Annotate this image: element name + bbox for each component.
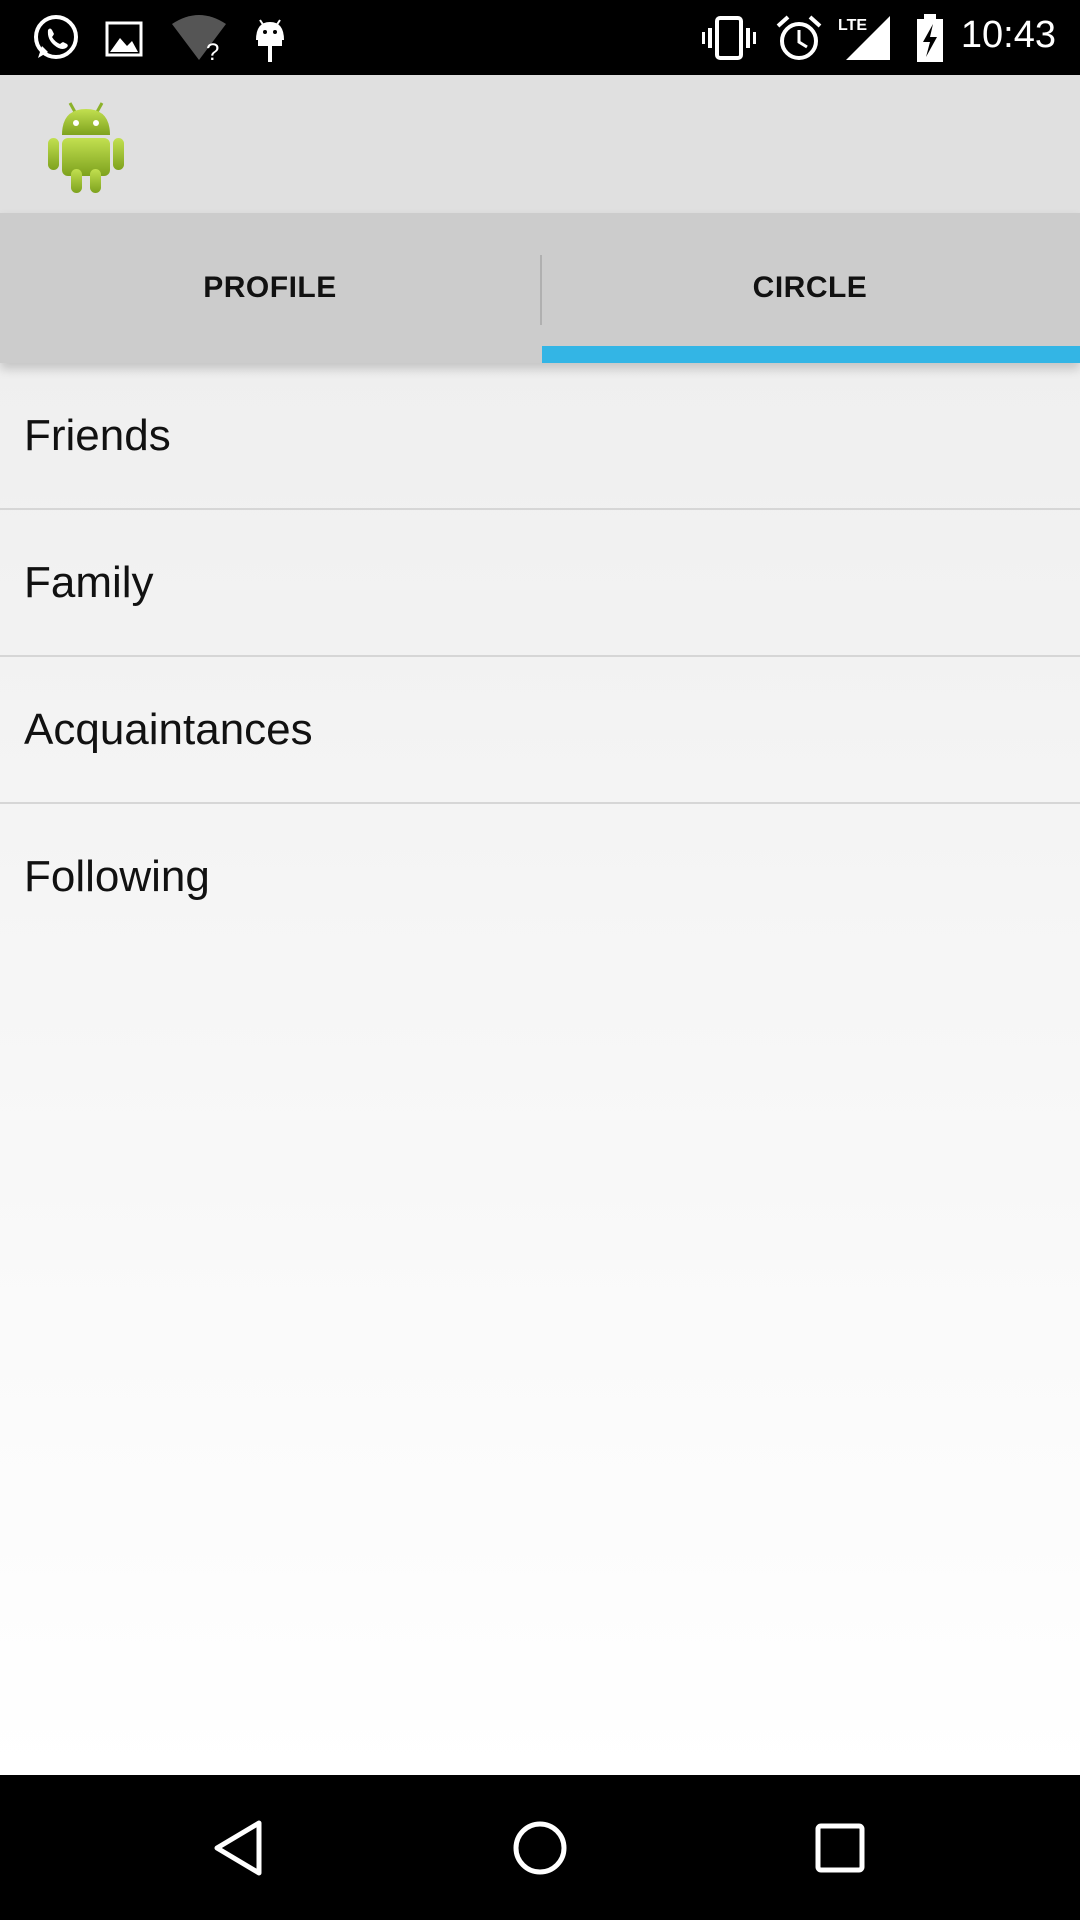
home-icon[interactable] [505, 1813, 575, 1883]
lte-signal-icon: LTE [838, 16, 890, 60]
recents-icon[interactable] [805, 1813, 875, 1883]
list-item-label: Friends [24, 410, 171, 460]
lte-label: LTE [838, 17, 867, 34]
circle-list: Friends Family Acquaintances Following [0, 363, 1080, 1775]
wifi-unknown-icon: ? [172, 15, 226, 66]
tab-profile-label: PROFILE [203, 271, 337, 304]
list-item-label: Following [24, 851, 210, 901]
tab-circle[interactable]: CIRCLE [540, 213, 1080, 363]
action-bar [0, 75, 1080, 213]
image-icon [105, 21, 143, 57]
list-item-acquaintances[interactable]: Acquaintances [0, 657, 1080, 804]
android-debug-icon [256, 19, 284, 62]
list-item-following[interactable]: Following [0, 804, 1080, 949]
list-item-label: Acquaintances [24, 704, 313, 754]
list-item-friends[interactable]: Friends [0, 363, 1080, 510]
list-item-family[interactable]: Family [0, 510, 1080, 657]
navigation-bar [0, 1775, 1080, 1920]
alarm-icon [776, 15, 822, 60]
vibrate-icon [702, 16, 756, 60]
whatsapp-icon [34, 15, 78, 59]
status-bar: ? LTE 10:43 [0, 0, 1080, 75]
tab-bar: PROFILE CIRCLE [0, 213, 1080, 363]
status-time: 10:43 [960, 14, 1056, 56]
list-item-label: Family [24, 557, 154, 607]
tab-selected-indicator [542, 346, 1080, 363]
svg-text:?: ? [206, 39, 219, 66]
android-logo-icon[interactable] [44, 99, 128, 195]
tab-circle-label: CIRCLE [752, 271, 868, 304]
back-icon[interactable] [205, 1813, 275, 1883]
battery-charging-icon [917, 14, 943, 62]
tab-profile[interactable]: PROFILE [0, 213, 540, 363]
